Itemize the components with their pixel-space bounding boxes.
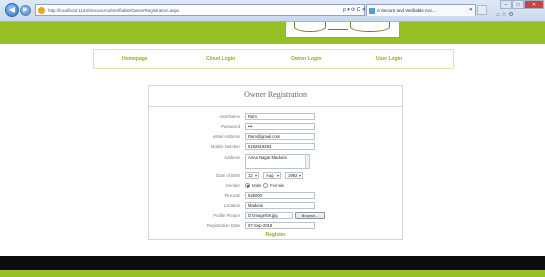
profile-picture-row: Profile Picture D:\Image\08.jpg Browse..… [149,211,402,220]
footer-band [0,270,545,277]
address-scrollbar[interactable] [305,155,309,168]
address-bar[interactable]: http://localhost:1184/SecureAndVerifiabl… [35,4,365,16]
gender-male-label: Male [252,183,262,188]
profile-picture-path[interactable]: D:\Image\08.jpg [245,212,293,219]
location-input[interactable]: Madurai [245,202,315,209]
registration-date-input[interactable]: 07-Sep-2019 [245,222,315,229]
gender-female-label: Female [270,183,285,188]
close-window-button[interactable]: ✕ [524,0,544,9]
pincode-input[interactable]: 625000 [245,192,315,199]
address-url: http://localhost:1184/SecureAndVerifiabl… [48,8,180,13]
pincode-label: Pincode [224,193,240,198]
header-band [0,22,545,44]
dob-day-value: 12 [248,173,253,178]
tab-favicon-icon [369,8,375,14]
username-input[interactable]: Ram [245,113,315,120]
pincode-row: Pincode 625000 [149,191,402,200]
site-logo [285,22,400,38]
password-row: Password ••• [149,122,402,131]
title-divider [149,106,402,107]
tab-close-icon[interactable]: ✕ [469,5,473,16]
email-input[interactable]: Ram@gmail.com [245,133,315,140]
browser-toolbar-icons[interactable]: ⌂ ☆ ⚙ [496,11,514,18]
chevron-down-icon: ▾ [254,173,257,178]
gender-row: Gender Male Female [149,181,402,190]
mobile-row: Mobile Number 9192919293 [149,142,402,151]
address-tools[interactable]: ρ ▾ ⟳ C ✕ [343,4,366,16]
gender-female-radio[interactable] [263,183,268,188]
page-icon [38,7,45,14]
menu-cloud-login-link[interactable]: Cloud Login [206,56,235,62]
address-row: Address Anna Nagar Madurai [149,153,402,169]
email-label: eMail Address [213,134,240,139]
logo-shape-left [294,22,326,32]
logo-connector [328,29,348,30]
form-title: Owner Registration [244,90,307,99]
dob-month-value: Aug [266,173,274,178]
gender-male-radio[interactable] [245,183,250,188]
dob-label: Date of Birth [216,173,240,178]
address-textarea[interactable]: Anna Nagar Madurai [245,154,310,169]
mobile-input[interactable]: 9192919293 [245,143,315,150]
chevron-down-icon: ▾ [298,173,301,178]
tab-title: A Secure and Verifiable Acc... [377,8,437,13]
window-controls: – □ ✕ [500,0,544,9]
menu-owner-login-link[interactable]: Owner Login [291,56,322,62]
browse-button[interactable]: Browse... [295,212,325,219]
footer-bar [0,256,545,270]
location-label: Location [223,203,240,208]
dob-year-value: 1992 [288,173,298,178]
chevron-down-icon: ▾ [276,173,279,178]
maximize-button[interactable]: □ [512,0,524,9]
back-button[interactable]: ◀ [5,3,19,17]
address-label: Address [224,155,240,160]
dob-day-select[interactable]: 12 ▾ [245,172,259,179]
new-tab-button[interactable] [477,5,487,15]
logo-shape-right [350,22,390,32]
dob-row: Date of Birth 12 ▾ Aug ▾ 1992 ▾ [149,171,402,180]
browser-tab[interactable]: A Secure and Verifiable Acc... ✕ [366,4,476,16]
main-menu: Homepage Cloud Login Owner Login User Lo… [93,49,454,69]
mobile-label: Mobile Number [210,144,240,149]
email-row: eMail Address Ram@gmail.com [149,132,402,141]
register-button[interactable]: Register [149,232,402,238]
registration-date-row: Registration Date 07-Sep-2019 [149,221,402,230]
username-row: UserName Ram [149,112,402,121]
owner-registration-form: Owner Registration UserName Ram Password… [148,85,403,240]
location-row: Location Madurai [149,201,402,210]
password-label: Password [221,124,240,129]
menu-homepage-link[interactable]: Homepage [122,56,148,62]
menu-user-login-link[interactable]: User Login [376,56,402,62]
profile-picture-label: Profile Picture [213,213,240,218]
minimize-button[interactable]: – [500,0,512,9]
password-input[interactable]: ••• [245,123,315,130]
username-label: UserName [219,114,240,119]
registration-date-label: Registration Date [206,223,240,228]
dob-year-select[interactable]: 1992 ▾ [285,172,303,179]
gender-label: Gender [225,183,240,188]
forward-button[interactable]: ▶ [20,5,31,16]
browser-chrome: ◀ ▶ http://localhost:1184/SecureAndVerif… [0,0,545,22]
address-text: Anna Nagar Madurai [248,155,287,160]
dob-month-select[interactable]: Aug ▾ [263,172,281,179]
